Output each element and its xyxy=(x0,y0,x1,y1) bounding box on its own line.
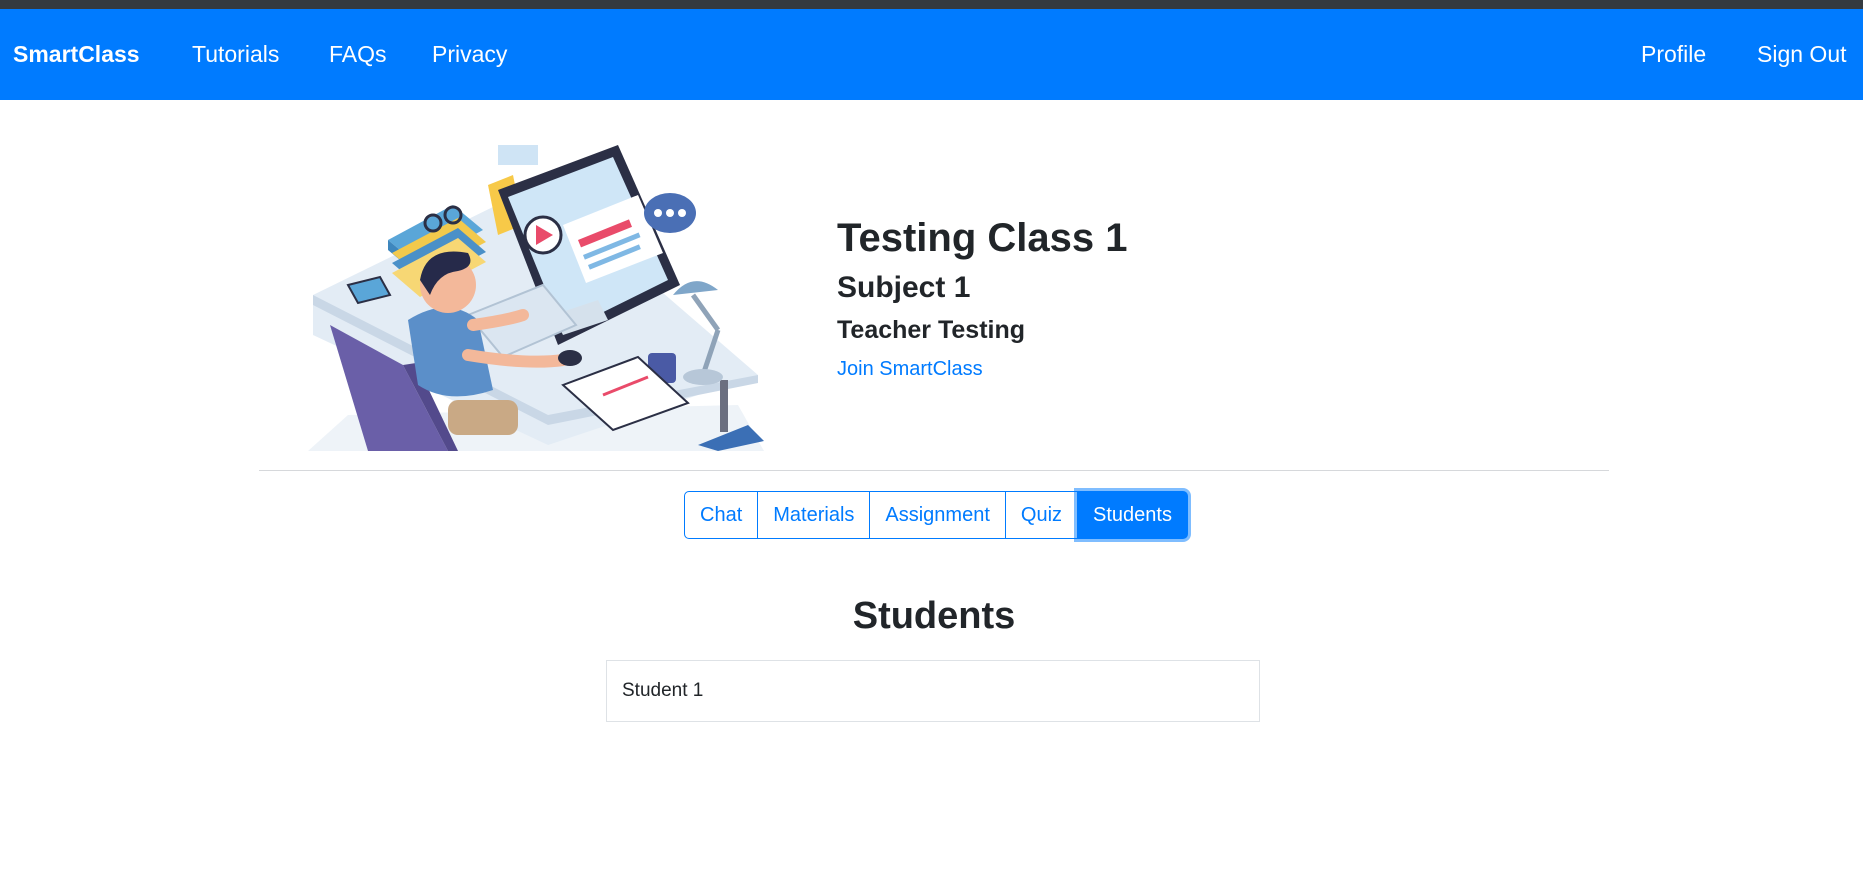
tab-students[interactable]: Students xyxy=(1077,491,1188,539)
students-heading: Students xyxy=(852,595,1016,637)
nav-privacy[interactable]: Privacy xyxy=(432,9,507,100)
class-tabs: Chat Materials Assignment Quiz Students xyxy=(684,491,1188,539)
tab-assignment[interactable]: Assignment xyxy=(869,491,1006,539)
student-list: Student 1 xyxy=(606,660,1260,722)
nav-tutorials[interactable]: Tutorials xyxy=(192,9,279,100)
nav-sign-out[interactable]: Sign Out xyxy=(1757,9,1847,100)
class-subject: Subject 1 xyxy=(837,271,971,304)
tab-quiz[interactable]: Quiz xyxy=(1004,491,1079,539)
nav-faqs[interactable]: FAQs xyxy=(329,9,387,100)
join-smartclass-link[interactable]: Join SmartClass xyxy=(837,352,983,386)
list-item: Student 1 xyxy=(606,660,1260,722)
tab-chat[interactable]: Chat xyxy=(684,491,759,539)
tab-materials[interactable]: Materials xyxy=(757,491,871,539)
section-divider xyxy=(259,470,1609,471)
browser-top-strip xyxy=(0,0,1863,9)
nav-profile[interactable]: Profile xyxy=(1641,9,1706,100)
class-illustration xyxy=(308,145,764,451)
class-teacher: Teacher Testing xyxy=(837,316,1026,344)
class-title: Testing Class 1 xyxy=(837,216,1128,260)
class-header: Testing Class 1 Subject 1 Teacher Testin… xyxy=(837,210,1127,386)
brand-logo-link[interactable]: SmartClass xyxy=(13,9,140,100)
top-navbar: SmartClass Tutorials FAQs Privacy Profil… xyxy=(0,9,1863,100)
